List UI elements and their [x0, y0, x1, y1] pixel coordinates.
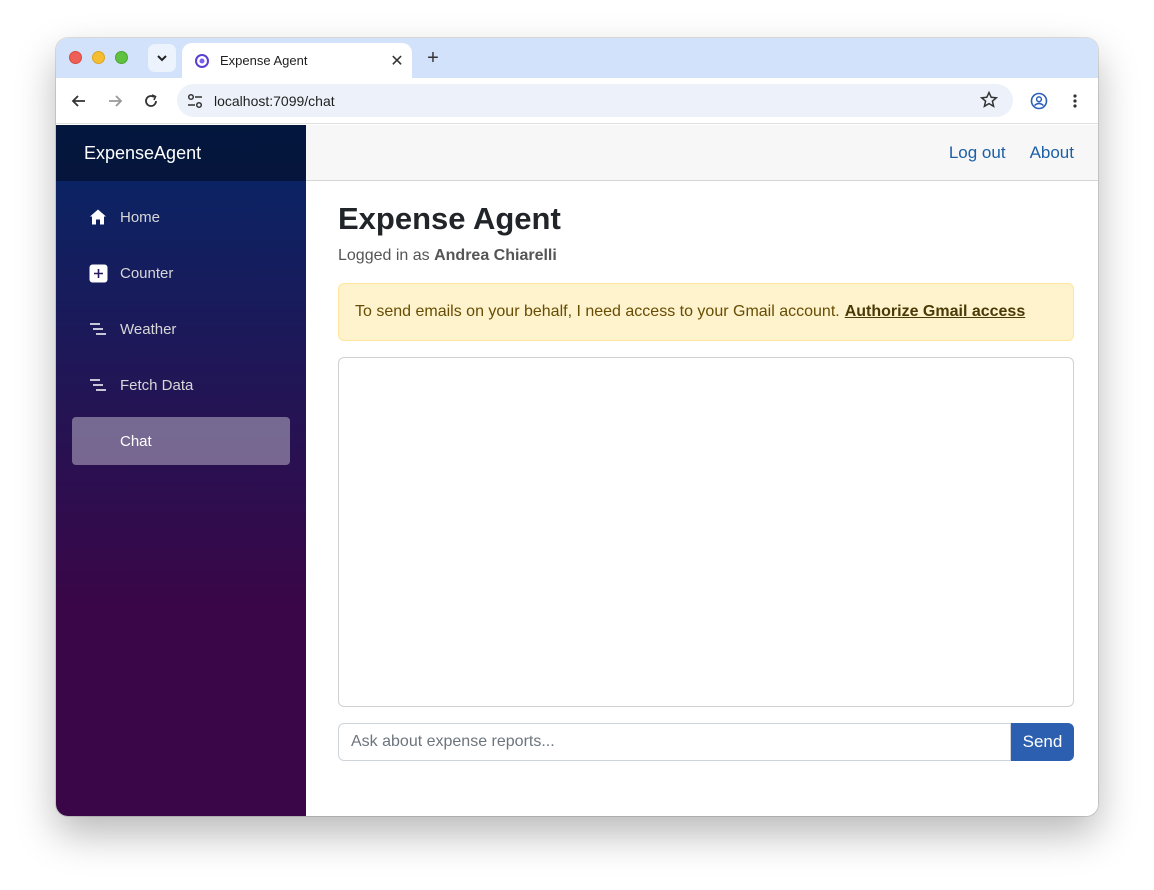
url-text[interactable]: localhost:7099/chat [214, 93, 335, 109]
sidebar-item-home[interactable]: Home [72, 193, 290, 241]
sidebar-item-label: Home [120, 208, 161, 226]
home-icon [88, 207, 108, 227]
browser-window: Expense Agent ✕ + localhost:7099/chat Ex… [56, 38, 1098, 816]
more-vert-icon [1073, 94, 1077, 108]
gmail-auth-alert: To send emails on your behalf, I need ac… [338, 283, 1074, 341]
main-content: Log out About Expense Agent Logged in as… [306, 125, 1098, 816]
authorize-gmail-link[interactable]: Authorize Gmail access [845, 303, 1026, 321]
nav-menu: Home Counter Weather Fetch Data Chat [56, 181, 306, 465]
bookmark-star-icon[interactable] [979, 90, 999, 110]
page-content: Expense Agent Logged in as Andrea Chiare… [306, 181, 1098, 761]
site-settings-icon[interactable] [185, 91, 205, 111]
sidebar-item-weather[interactable]: Weather [72, 305, 290, 353]
brand-link[interactable]: ExpenseAgent [84, 143, 201, 164]
send-button[interactable]: Send [1011, 723, 1074, 761]
sidebar-item-chat[interactable]: Chat [72, 417, 290, 465]
sidebar-item-fetch-data[interactable]: Fetch Data [72, 361, 290, 409]
forward-button[interactable] [103, 89, 127, 113]
logout-link[interactable]: Log out [949, 143, 1006, 163]
list-icon [88, 319, 108, 339]
logged-in-status: Logged in as Andrea Chiarelli [338, 247, 1074, 265]
tab-strip: Expense Agent ✕ + [56, 38, 1098, 78]
chevron-down-icon [157, 55, 167, 62]
arrow-right-icon [109, 95, 123, 107]
profile-button[interactable] [1027, 89, 1051, 113]
close-window-button[interactable] [69, 51, 82, 64]
back-button[interactable] [67, 89, 91, 113]
app-root: ExpenseAgent Home Counter Weather Fetch … [56, 125, 1098, 816]
arrow-left-icon [71, 95, 85, 107]
chat-input[interactable] [338, 723, 1011, 761]
logged-in-prefix: Logged in as [338, 247, 430, 264]
blazor-favicon-icon [195, 53, 209, 68]
account-circle-icon [1030, 92, 1048, 110]
sidebar-item-counter[interactable]: Counter [72, 249, 290, 297]
close-tab-icon[interactable]: ✕ [388, 52, 406, 70]
plus-square-icon [88, 263, 108, 283]
reload-icon [145, 94, 157, 107]
sidebar-item-label: Chat [120, 432, 152, 450]
address-bar[interactable]: localhost:7099/chat [177, 84, 1013, 117]
sidebar-item-label: Weather [120, 320, 177, 338]
tab-title: Expense Agent [220, 53, 308, 68]
maximize-window-button[interactable] [115, 51, 128, 64]
sidebar-item-label: Counter [120, 264, 174, 282]
chat-input-row: Send [338, 723, 1074, 761]
browser-tab[interactable]: Expense Agent ✕ [182, 43, 412, 78]
new-tab-button[interactable]: + [422, 47, 444, 69]
chat-messages-area[interactable] [338, 357, 1074, 707]
chat-icon [88, 431, 108, 451]
about-link[interactable]: About [1030, 143, 1074, 163]
minimize-window-button[interactable] [92, 51, 105, 64]
browser-menu-button[interactable] [1063, 89, 1087, 113]
sidebar-item-label: Fetch Data [120, 376, 194, 394]
tab-search-button[interactable] [148, 44, 176, 72]
user-name: Andrea Chiarelli [434, 247, 557, 264]
sidebar: ExpenseAgent Home Counter Weather Fetch … [56, 125, 306, 816]
alert-text: To send emails on your behalf, I need ac… [355, 303, 840, 320]
brand-bar: ExpenseAgent [56, 125, 306, 181]
browser-toolbar: localhost:7099/chat [56, 78, 1098, 124]
reload-button[interactable] [139, 89, 163, 113]
list-icon [88, 375, 108, 395]
page-title: Expense Agent [338, 201, 561, 236]
top-row: Log out About [306, 125, 1098, 181]
